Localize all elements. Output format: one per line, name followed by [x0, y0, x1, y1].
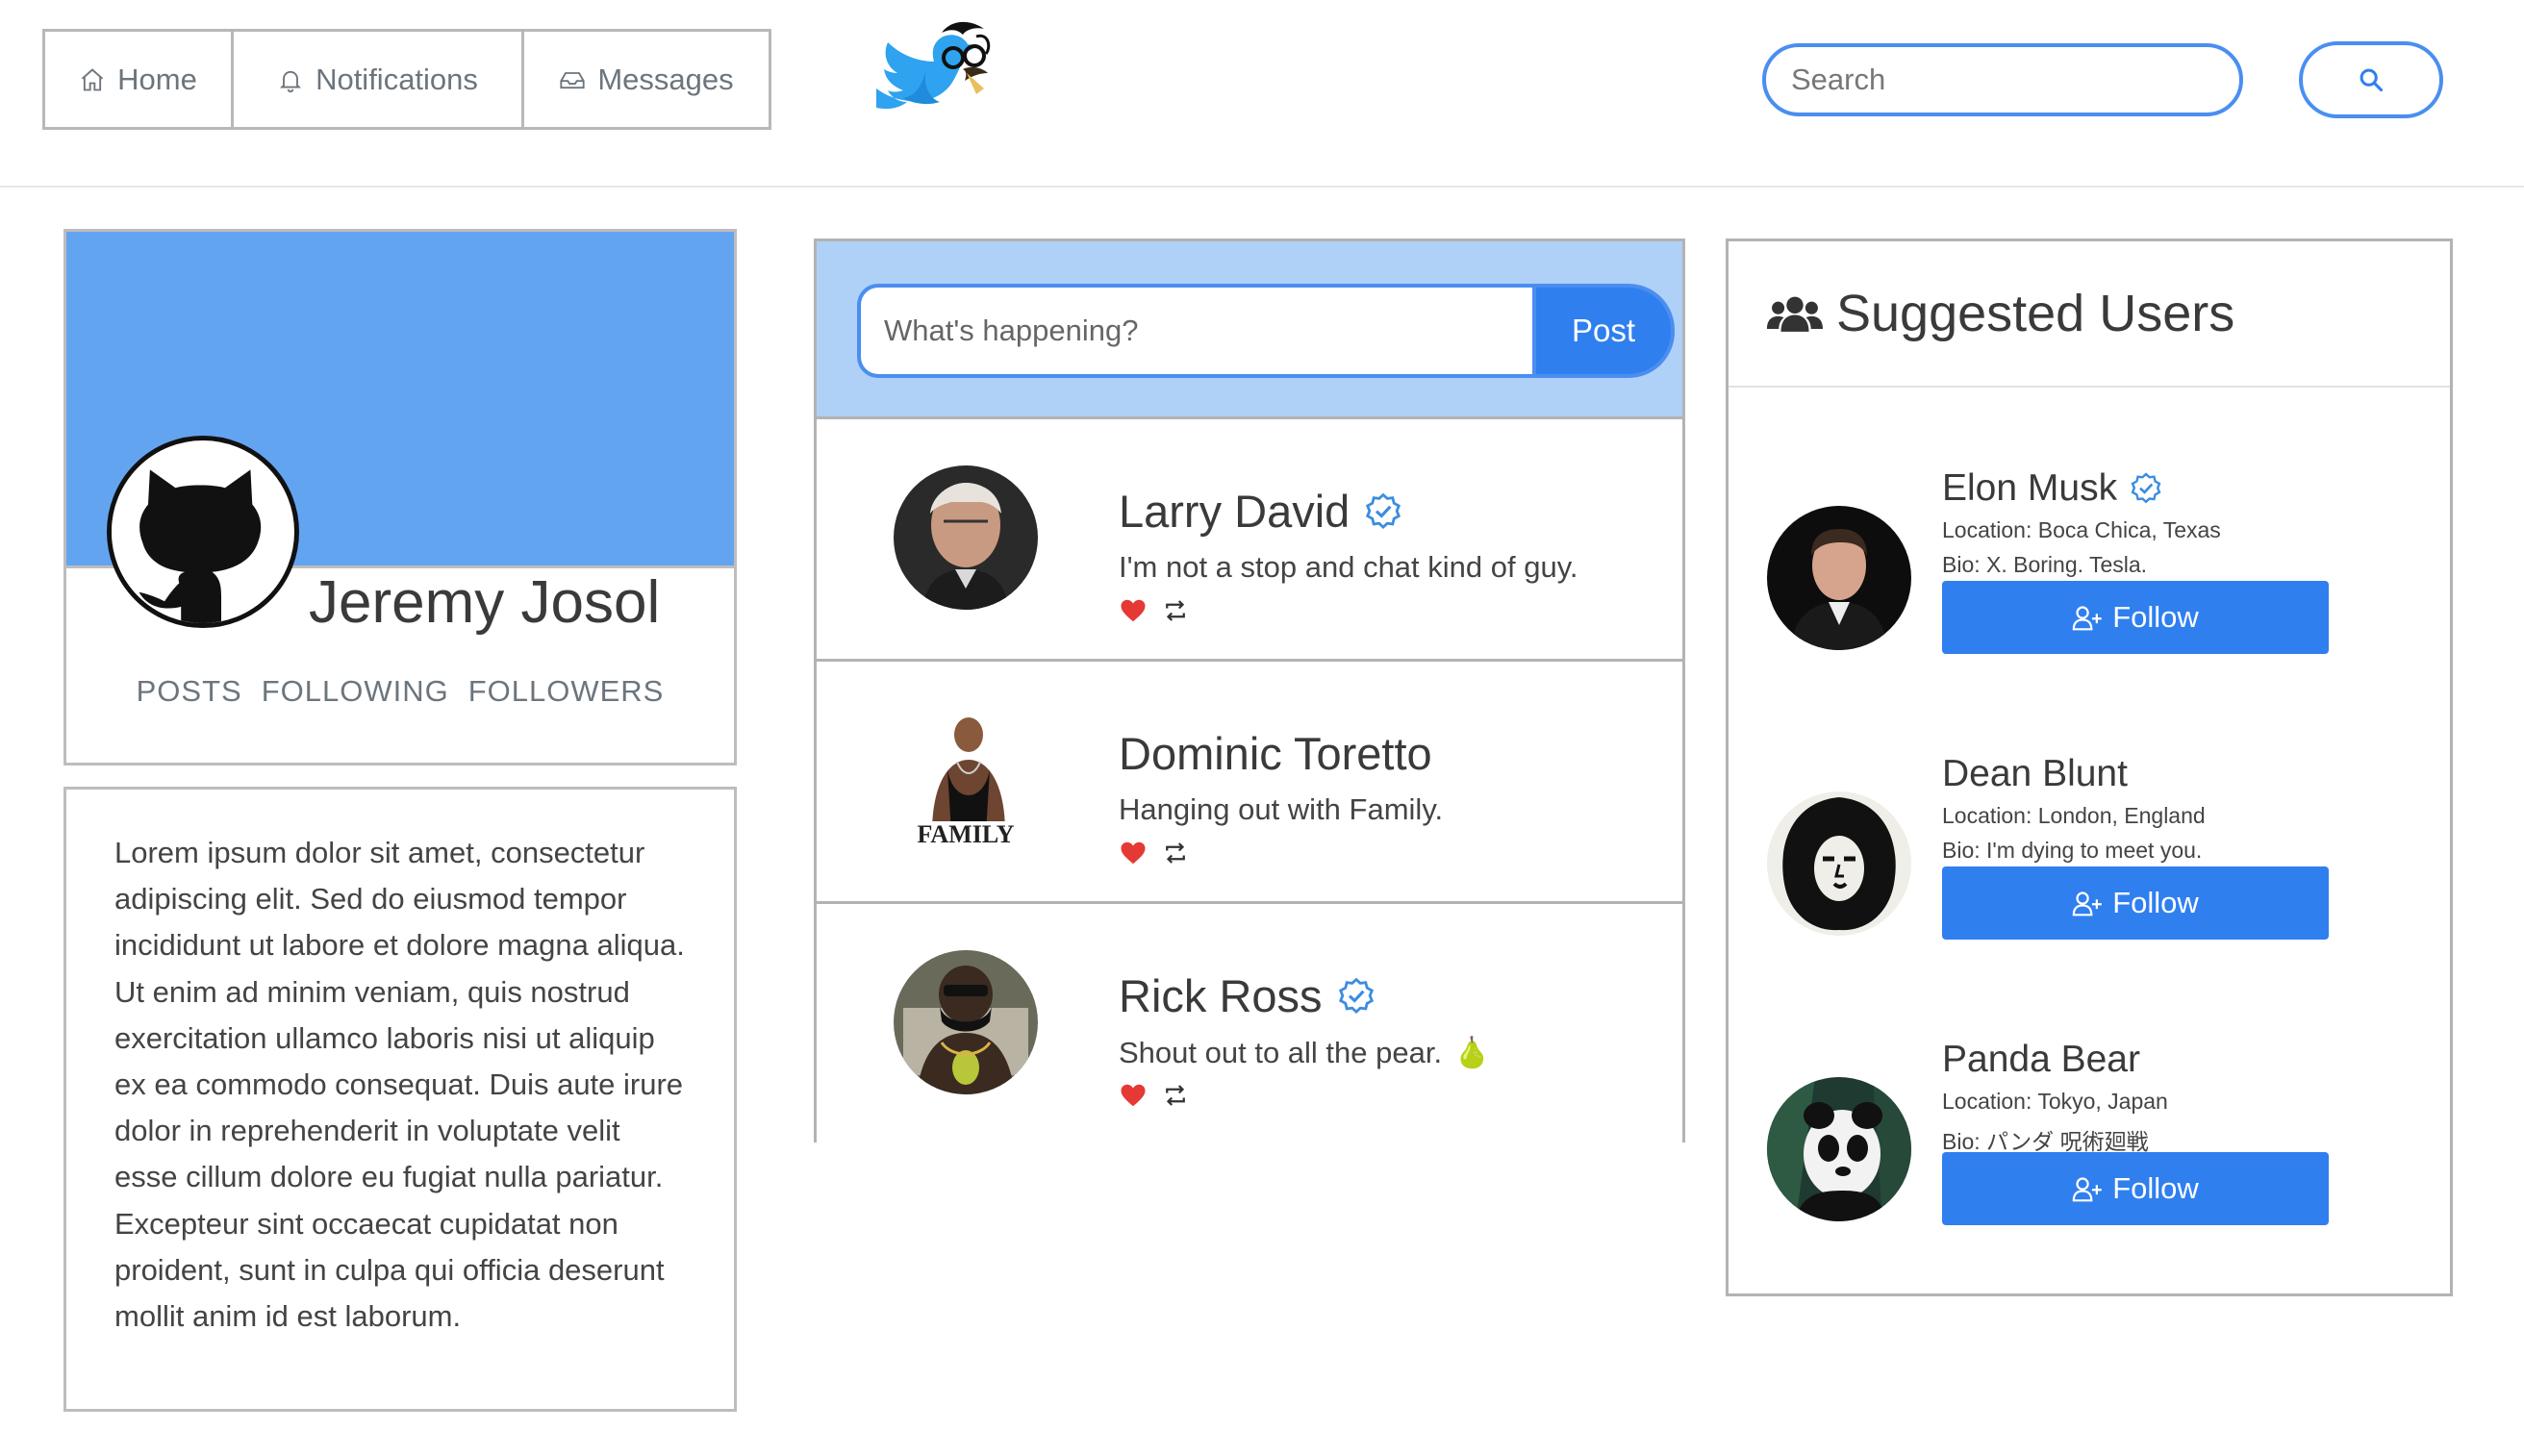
follow-label: Follow — [2112, 1171, 2199, 1205]
stat-followers[interactable]: FOLLOWERS — [468, 674, 665, 709]
tweet: Rick Ross Shout out to all the pear. 🍐 — [817, 901, 1682, 1143]
avatar[interactable] — [1767, 791, 1911, 936]
tweet-text-content: Shout out to all the pear. — [1119, 1035, 1443, 1069]
stat-following[interactable]: FOLLOWING — [262, 674, 449, 709]
suggested-user: Panda Bear Location: Tokyo, Japan Bio: パ… — [1729, 1039, 2450, 1279]
tweet-actions — [1119, 1081, 1190, 1110]
suggested-user: Elon Musk Location: Boca Chica, Texas Bi… — [1729, 467, 2450, 708]
follow-label: Follow — [2112, 886, 2199, 919]
tweet-text-content: Hanging out with Family. — [1119, 792, 1444, 826]
user-name-row: Elon Musk — [1942, 467, 2163, 510]
verified-badge-icon — [1366, 492, 1401, 529]
verified-badge-icon — [1338, 977, 1374, 1014]
nav-messages[interactable]: Messages — [524, 32, 769, 127]
post-button[interactable]: Post — [1532, 284, 1675, 378]
bell-icon — [280, 70, 302, 92]
tweet-author-name[interactable]: Rick Ross — [1119, 969, 1323, 1022]
follow-button[interactable]: Follow — [1942, 581, 2329, 654]
user-plus-icon — [2072, 606, 2102, 631]
user-name-row: Dean Blunt — [1942, 753, 2128, 795]
nav-notifications-label: Notifications — [316, 62, 478, 96]
top-bar: Home Notifications Messages — [0, 0, 2524, 188]
main-nav: Home Notifications Messages — [42, 29, 771, 130]
profile-card: Jeremy Josol POSTS FOLLOWING FOLLOWERS — [63, 229, 737, 766]
tweet-author-name[interactable]: Dominic Toretto — [1119, 727, 1432, 780]
user-bio: Bio: パンダ 呪術廻戦 — [1942, 1129, 2149, 1154]
rick-ross-photo — [894, 950, 1038, 1094]
tweet: Larry David I'm not a stop and chat kind… — [817, 416, 1682, 659]
user-name-row: Panda Bear — [1942, 1039, 2140, 1081]
user-bio: Bio: I'm dying to meet you. — [1942, 838, 2203, 863]
suggested-users-title: Suggested Users — [1836, 285, 2235, 342]
search-input[interactable] — [1762, 43, 2243, 116]
retweet-icon[interactable] — [1161, 839, 1190, 867]
tweet-actions — [1119, 839, 1190, 867]
follow-button[interactable]: Follow — [1942, 866, 2329, 940]
svg-text:FAMILY: FAMILY — [917, 820, 1014, 848]
user-plus-icon — [2072, 891, 2102, 916]
tweet-text: Shout out to all the pear. 🍐 — [1119, 1035, 1491, 1070]
tweet-text-content: I'm not a stop and chat kind of guy. — [1119, 550, 1578, 584]
dominic-toretto-photo: FAMILY — [894, 708, 1038, 852]
follow-label: Follow — [2112, 600, 2199, 634]
bio-text: Lorem ipsum dolor sit amet, consectetur … — [114, 836, 685, 1334]
retweet-icon[interactable] — [1161, 596, 1190, 625]
profile-avatar[interactable] — [107, 436, 299, 628]
heart-icon[interactable] — [1119, 839, 1148, 867]
users-icon — [1767, 296, 1823, 332]
tweet: FAMILY Dominic Toretto Hanging out with … — [817, 659, 1682, 901]
elon-musk-photo — [1767, 506, 1911, 650]
bio-card: Lorem ipsum dolor sit amet, consectetur … — [63, 787, 737, 1412]
user-location: Location: Boca Chica, Texas — [1942, 517, 2221, 542]
stat-posts[interactable]: POSTS — [137, 674, 242, 709]
panda-bear-photo — [1767, 1077, 1911, 1221]
pear-emoji: 🍐 — [1453, 1036, 1491, 1069]
user-plus-icon — [2072, 1177, 2102, 1202]
magnifier-icon — [2360, 68, 2384, 92]
profile-stats: POSTS FOLLOWING FOLLOWERS — [66, 674, 734, 709]
user-name[interactable]: Dean Blunt — [1942, 753, 2128, 795]
tweet-actions — [1119, 596, 1190, 625]
heart-icon[interactable] — [1119, 596, 1148, 625]
nav-home-label: Home — [117, 62, 197, 96]
twitter-disguise-logo[interactable] — [871, 13, 1005, 138]
suggested-users-card: Suggested Users Elon Musk Location: Boca… — [1726, 238, 2453, 1296]
avatar[interactable] — [1767, 1077, 1911, 1221]
user-name[interactable]: Panda Bear — [1942, 1039, 2140, 1081]
tweet-author: Dominic Toretto — [1119, 727, 1432, 780]
avatar[interactable] — [894, 465, 1038, 610]
home-icon — [82, 67, 104, 90]
larry-david-photo — [894, 465, 1038, 610]
feed: Post Larry David I'm not a stop and chat… — [814, 238, 1685, 1143]
retweet-icon[interactable] — [1161, 1081, 1190, 1110]
avatar[interactable] — [1767, 506, 1911, 650]
nav-home[interactable]: Home — [45, 32, 234, 127]
avatar[interactable] — [894, 950, 1038, 1094]
profile-name: Jeremy Josol — [309, 569, 661, 636]
user-bio: Bio: X. Boring. Tesla. — [1942, 552, 2148, 577]
user-location: Location: Tokyo, Japan — [1942, 1089, 2168, 1114]
follow-button[interactable]: Follow — [1942, 1152, 2329, 1225]
tweet-author: Larry David — [1119, 485, 1403, 538]
nav-notifications[interactable]: Notifications — [234, 32, 524, 127]
github-octocat-icon — [112, 441, 290, 623]
inbox-icon — [560, 71, 585, 88]
avatar[interactable]: FAMILY — [894, 708, 1038, 852]
composer: Post — [817, 241, 1682, 416]
user-name[interactable]: Elon Musk — [1942, 467, 2117, 510]
tweet-author: Rick Ross — [1119, 969, 1376, 1022]
search-button[interactable] — [2299, 41, 2443, 118]
nav-messages-label: Messages — [597, 62, 734, 96]
compose-input[interactable] — [857, 284, 1534, 378]
tweet-author-name[interactable]: Larry David — [1119, 485, 1350, 538]
heart-icon[interactable] — [1119, 1081, 1148, 1110]
dean-blunt-photo — [1767, 791, 1911, 936]
tweet-text: Hanging out with Family. — [1119, 792, 1443, 827]
suggested-users-header: Suggested Users — [1729, 241, 2450, 388]
suggested-user: Dean Blunt Location: London, England Bio… — [1729, 753, 2450, 993]
verified-badge-icon — [2131, 472, 2161, 504]
user-location: Location: London, England — [1942, 803, 2206, 828]
tweet-text: I'm not a stop and chat kind of guy. — [1119, 550, 1578, 585]
